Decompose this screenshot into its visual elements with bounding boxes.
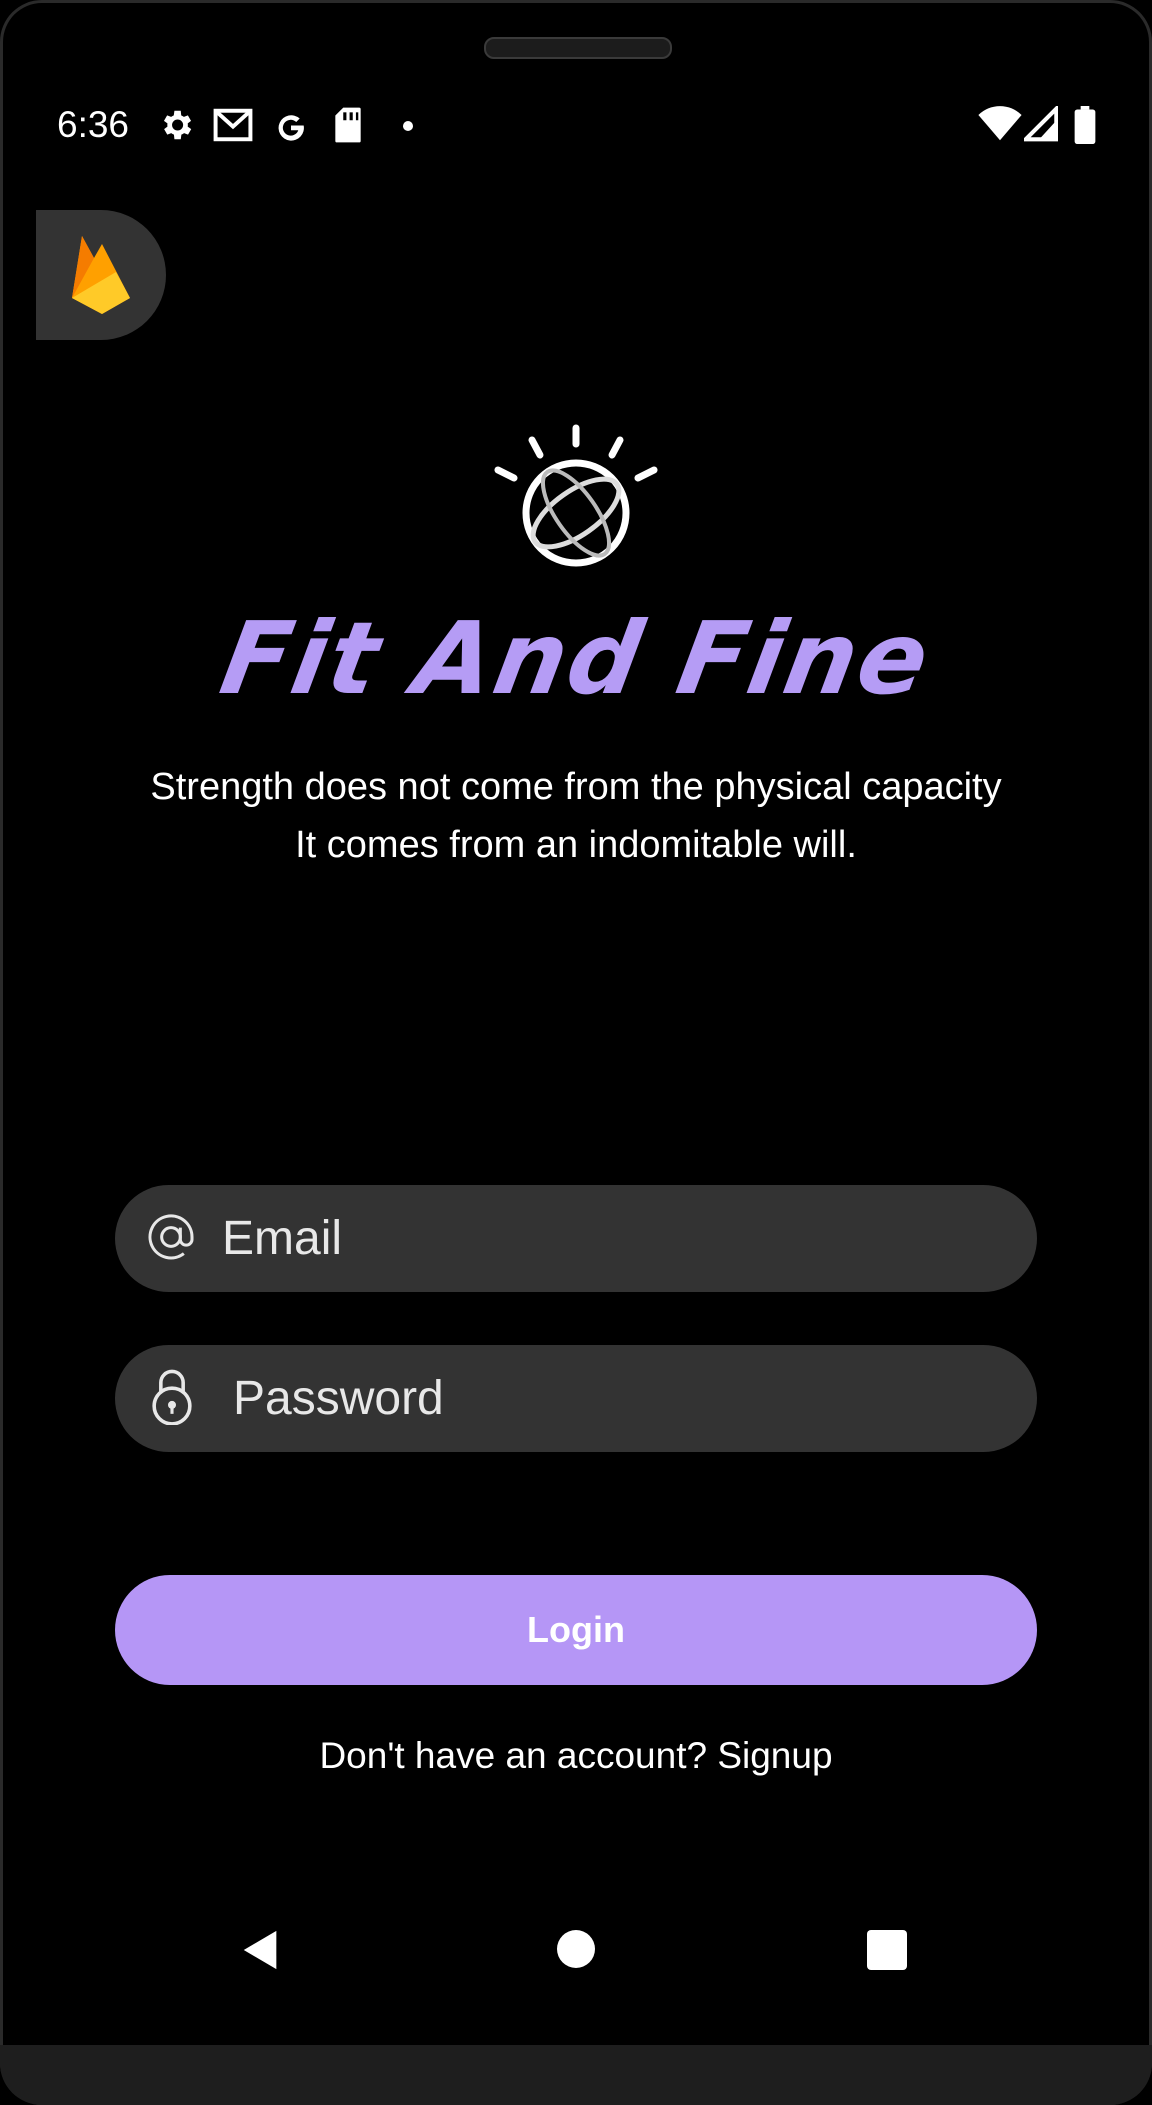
navigation-bar (0, 1910, 1152, 1990)
back-icon[interactable] (238, 1927, 284, 1977)
app-title: Fit And Fine (212, 600, 940, 717)
login-button[interactable]: Login (115, 1575, 1037, 1685)
device-frame: 6:36 Fit And Fine Strength does not come… (0, 0, 1152, 2105)
device-bottom-bezel (0, 2045, 1152, 2105)
at-sign-icon (143, 1209, 199, 1269)
recents-icon[interactable] (866, 1929, 908, 1975)
sd-card-icon (333, 106, 363, 148)
firebase-assistant-button[interactable] (36, 210, 166, 340)
firebase-icon (72, 236, 130, 314)
signal-icon (1020, 103, 1059, 146)
dot-icon (401, 118, 415, 137)
speaker-grille (484, 37, 672, 59)
battery-icon (1074, 106, 1096, 148)
email-field[interactable]: Email (115, 1185, 1037, 1292)
quote-line-1: Strength does not come from the physical… (150, 766, 1002, 808)
quote-line-2: It comes from an indomitable will. (295, 824, 857, 866)
signup-link[interactable]: Don't have an account? Signup (0, 1735, 1152, 1777)
status-time: 6:36 (57, 104, 130, 145)
gmail-icon (212, 106, 254, 148)
settings-icon (157, 106, 195, 148)
password-placeholder: Password (233, 1372, 444, 1425)
email-placeholder: Email (222, 1212, 343, 1265)
home-icon[interactable] (555, 1928, 597, 1974)
status-bar: 6:36 (0, 100, 1152, 150)
password-field[interactable]: Password (115, 1345, 1037, 1452)
wifi-icon (978, 106, 1022, 146)
google-icon (272, 106, 310, 148)
app-logo-icon (490, 420, 662, 574)
lock-icon (149, 1367, 195, 1429)
